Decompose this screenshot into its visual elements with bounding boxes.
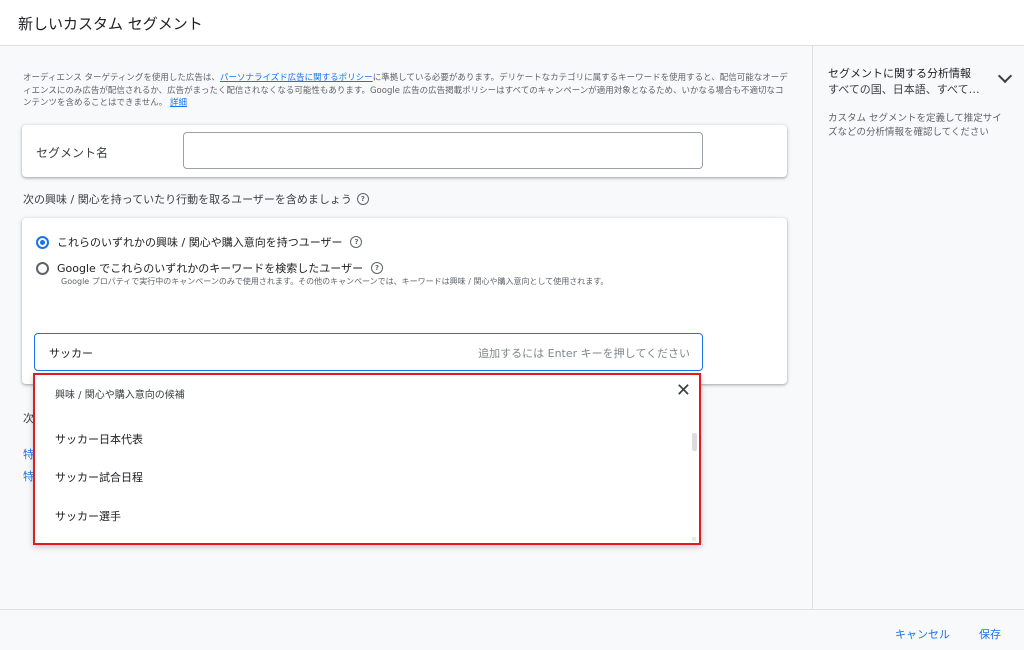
help-icon[interactable]: ?	[350, 236, 363, 248]
keyword-input[interactable]: サッカー 追加するには Enter キーを押してください	[34, 333, 703, 371]
radio-option-search-subtext: Google プロパティで実行中のキャンペーンのみで使用されます。その他のキャン…	[61, 277, 609, 286]
sidebar-subtitle: すべての国、日本語、すべての...	[828, 83, 988, 96]
policy-link[interactable]: パーソナライズド広告に関するポリシー	[220, 73, 373, 83]
insights-sidebar: セグメントに関する分析情報 すべての国、日本語、すべての... カスタム セグメ…	[812, 46, 1024, 609]
dropdown-scroll-arrow[interactable]	[692, 537, 696, 541]
suggestions-dropdown: 興味 / 関心や購入意向の候補 ✕ サッカー日本代表 サッカー試合日程 サッカー…	[33, 373, 701, 545]
dropdown-scrollbar[interactable]	[692, 433, 697, 451]
radio-option-search-keywords[interactable]: Google でこれらのいずれかのキーワードを検索したユーザー ?	[36, 260, 384, 276]
include-heading: 次の興味 / 関心を持っていたり行動を取るユーザーを含めましょう ?	[23, 191, 369, 207]
radio-selected-icon[interactable]	[36, 235, 49, 249]
dialog-footer: キャンセル 保存	[0, 609, 1024, 650]
policy-notice: オーディエンス ターゲティングを使用した広告は、パーソナライズド広告に関するポリ…	[23, 72, 788, 110]
suggestion-item[interactable]: サッカー選手	[55, 508, 121, 524]
segment-name-card: セグメント名	[22, 125, 787, 177]
dialog-header: 新しいカスタム セグメント	[0, 0, 1024, 46]
chevron-down-icon[interactable]	[997, 68, 1013, 84]
keyword-input-hint: 追加するには Enter キーを押してください	[478, 347, 690, 360]
include-heading-text: 次の興味 / 関心を持っていたり行動を取るユーザーを含めましょう	[23, 193, 352, 206]
sidebar-title: セグメントに関する分析情報	[828, 67, 971, 80]
segment-name-label: セグメント名	[36, 146, 109, 160]
segment-name-input[interactable]	[183, 132, 703, 169]
suggestion-item[interactable]: サッカー試合日程	[55, 469, 143, 485]
save-button[interactable]: 保存	[979, 626, 1001, 642]
close-icon[interactable]: ✕	[676, 380, 691, 402]
radio-option-search-label: Google でこれらのいずれかのキーワードを検索したユーザー	[57, 262, 364, 275]
help-icon[interactable]: ?	[371, 262, 384, 274]
radio-unselected-icon[interactable]	[36, 261, 49, 275]
keyword-input-value: サッカー	[49, 347, 93, 360]
radio-option-interests-label: これらのいずれかの興味 / 関心や購入意向を持つユーザー	[57, 236, 343, 249]
targeting-options-card: これらのいずれかの興味 / 関心や購入意向を持つユーザー ? Google でこ…	[22, 218, 787, 384]
suggestion-item[interactable]: サッカー日本代表	[55, 431, 143, 447]
radio-option-interests[interactable]: これらのいずれかの興味 / 関心や購入意向を持つユーザー ?	[36, 234, 363, 250]
suggestions-header: 興味 / 関心や購入意向の候補	[55, 390, 185, 401]
cancel-button[interactable]: キャンセル	[895, 626, 950, 642]
details-link[interactable]: 詳細	[170, 98, 187, 108]
dialog-title: 新しいカスタム セグメント	[18, 15, 203, 33]
sidebar-description: カスタム セグメントを定義して推定サイズなどの分析情報を確認してください	[828, 113, 1002, 138]
help-icon[interactable]: ?	[356, 193, 369, 205]
notice-text-before: オーディエンス ターゲティングを使用した広告は、	[23, 73, 220, 83]
